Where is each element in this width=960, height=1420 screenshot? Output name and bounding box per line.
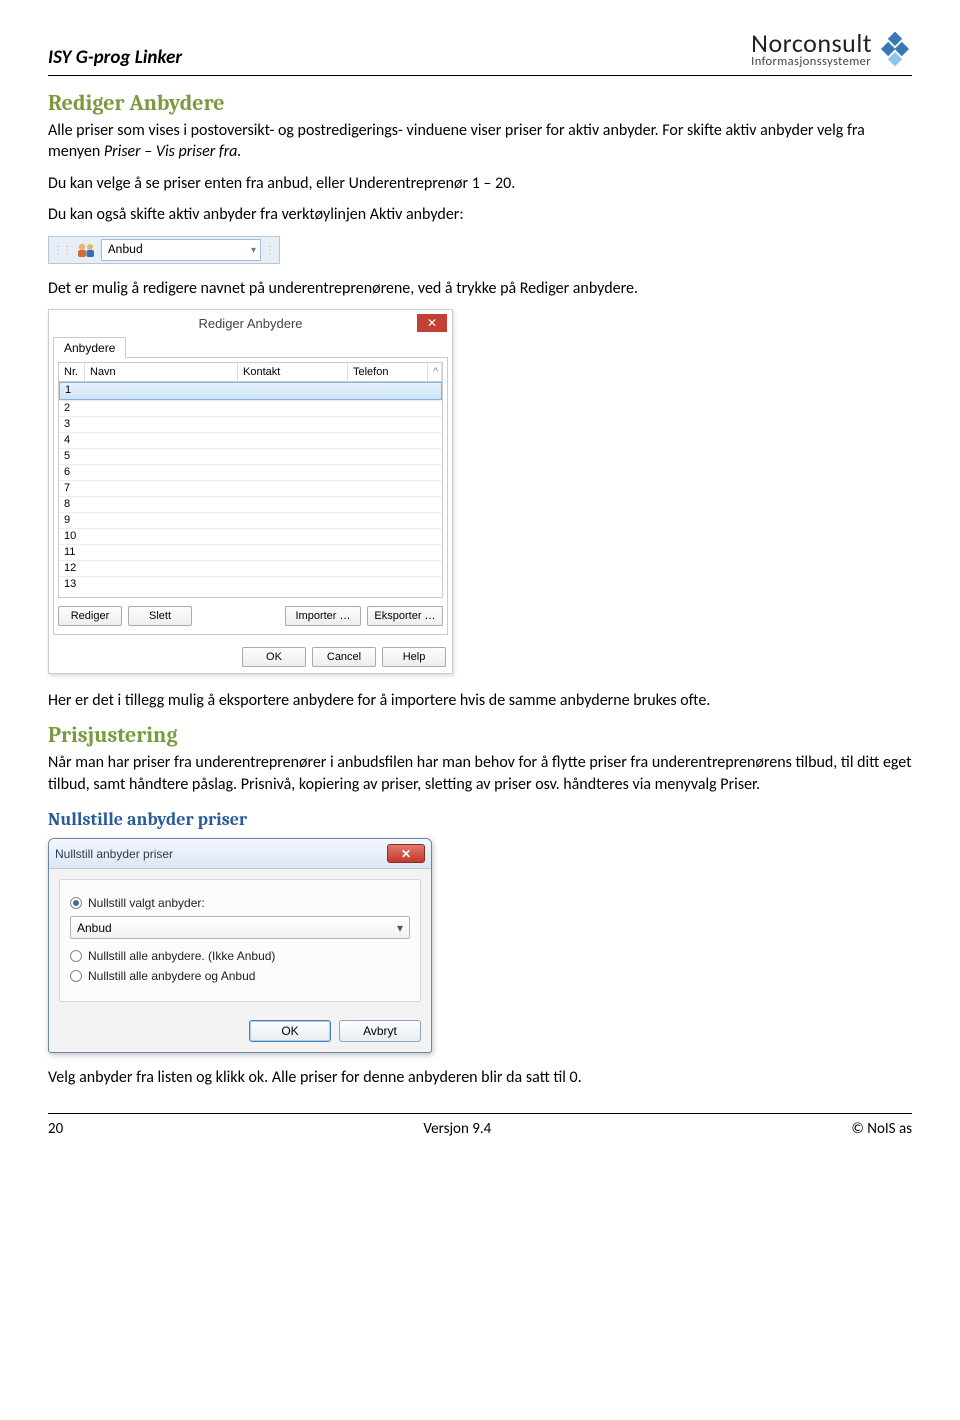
- radio-label: Nullstill valgt anbyder:: [88, 896, 205, 910]
- radio-nullstill-valgt[interactable]: Nullstill valgt anbyder:: [70, 896, 410, 910]
- list-row[interactable]: 9: [59, 512, 442, 528]
- rediger-button[interactable]: Rediger: [58, 606, 122, 626]
- anbyder-list: Nr. Navn Kontakt Telefon ^ 1 2 3 4 5 6 7…: [58, 362, 443, 598]
- grip-icon: ⋮⋮: [53, 246, 71, 254]
- combo-value: Anbud: [77, 921, 112, 935]
- copyright-text: © NoIS as: [851, 1120, 912, 1138]
- logo-brand: Norconsult: [751, 30, 872, 56]
- page-number: 20: [48, 1120, 63, 1138]
- col-navn[interactable]: Navn: [85, 363, 238, 381]
- eksporter-button[interactable]: Eksporter …: [367, 606, 443, 626]
- avbryt-button[interactable]: Avbryt: [339, 1020, 421, 1042]
- chevron-down-icon: ▾: [251, 243, 256, 256]
- tab-anbydere[interactable]: Anbydere: [53, 337, 126, 358]
- para-3: Du kan også skifte aktiv anbyder fra ver…: [48, 204, 912, 226]
- rediger-anbydere-dialog: Rediger Anbydere ✕ Anbydere Nr. Navn Kon…: [48, 309, 453, 674]
- help-button[interactable]: Help: [382, 647, 446, 667]
- logo-sub: Informasjonssystemer: [751, 56, 872, 69]
- importer-button[interactable]: Importer …: [285, 606, 361, 626]
- anbyder-dropdown[interactable]: Anbud ▾: [101, 239, 261, 261]
- radio-nullstill-alle-og-anbud[interactable]: Nullstill alle anbydere og Anbud: [70, 969, 410, 983]
- list-body[interactable]: 1 2 3 4 5 6 7 8 9 10 11 12 13: [59, 382, 442, 597]
- chevron-down-icon: ▾: [397, 921, 403, 935]
- para-2: Du kan velge å se priser enten fra anbud…: [48, 173, 912, 195]
- cancel-button[interactable]: Cancel: [312, 647, 376, 667]
- list-row[interactable]: 2: [59, 400, 442, 416]
- list-row[interactable]: 10: [59, 528, 442, 544]
- people-icon: [75, 241, 97, 259]
- close-icon: ✕: [427, 316, 437, 330]
- para-5: Her er det i tillegg mulig å eksportere …: [48, 690, 912, 712]
- para-closing: Velg anbyder fra listen og klikk ok. All…: [48, 1067, 912, 1089]
- list-row[interactable]: 7: [59, 480, 442, 496]
- logo: Norconsult Informasjonssystemer: [751, 30, 912, 69]
- page-footer: 20 Versjon 9.4 © NoIS as: [48, 1113, 912, 1138]
- anbyder-combo[interactable]: Anbud ▾: [70, 916, 410, 939]
- tab-pane: Nr. Navn Kontakt Telefon ^ 1 2 3 4 5 6 7…: [53, 357, 448, 635]
- list-row[interactable]: 5: [59, 448, 442, 464]
- diamond-icon: [878, 32, 912, 66]
- para-prisjustering: Når man har priser fra underentreprenøre…: [48, 752, 912, 795]
- list-row-selected[interactable]: 1: [59, 382, 442, 400]
- list-header: Nr. Navn Kontakt Telefon ^: [59, 363, 442, 382]
- scroll-up-icon[interactable]: ^: [428, 363, 442, 381]
- toolbar-aktiv-anbyder: ⋮⋮ Anbud ▾ ⋮: [48, 236, 280, 264]
- doc-title: ISY G-prog Linker: [48, 46, 182, 69]
- para-4: Det er mulig å redigere navnet på undere…: [48, 278, 912, 300]
- slett-button[interactable]: Slett: [128, 606, 192, 626]
- para-1: Alle priser som vises i postoversikt- og…: [48, 120, 912, 163]
- options-panel: Nullstill valgt anbyder: Anbud ▾ Nullsti…: [59, 879, 421, 1002]
- list-row[interactable]: 6: [59, 464, 442, 480]
- radio-label: Nullstill alle anbydere og Anbud: [88, 969, 255, 983]
- nullstill-dialog: Nullstill anbyder priser ✕ Nullstill val…: [48, 838, 432, 1053]
- ok-button[interactable]: OK: [249, 1020, 331, 1042]
- toolbar-edge-icon: ⋮: [265, 243, 275, 256]
- list-row[interactable]: 3: [59, 416, 442, 432]
- heading-prisjustering: Prisjustering: [48, 722, 912, 748]
- radio-label: Nullstill alle anbydere. (Ikke Anbud): [88, 949, 275, 963]
- radio-unselected-icon: [70, 950, 82, 962]
- radio-selected-icon: [70, 897, 82, 909]
- close-button[interactable]: ✕: [417, 314, 447, 332]
- heading-nullstille: Nullstille anbyder priser: [48, 809, 912, 830]
- dialog-titlebar: Rediger Anbydere ✕: [49, 310, 452, 336]
- dialog-title: Rediger Anbydere: [198, 316, 302, 331]
- list-row[interactable]: 11: [59, 544, 442, 560]
- list-row[interactable]: 8: [59, 496, 442, 512]
- col-nr[interactable]: Nr.: [59, 363, 85, 381]
- list-row[interactable]: 4: [59, 432, 442, 448]
- heading-rediger-anbydere: Rediger Anbydere: [48, 90, 912, 116]
- ok-button[interactable]: OK: [242, 647, 306, 667]
- radio-unselected-icon: [70, 970, 82, 982]
- list-row[interactable]: 13: [59, 576, 442, 592]
- list-row[interactable]: 12: [59, 560, 442, 576]
- page-header: ISY G-prog Linker Norconsult Informasjon…: [48, 30, 912, 76]
- col-telefon[interactable]: Telefon: [348, 363, 428, 381]
- version-text: Versjon 9.4: [423, 1120, 491, 1138]
- radio-nullstill-alle-ikke-anbud[interactable]: Nullstill alle anbydere. (Ikke Anbud): [70, 949, 410, 963]
- anbyder-dropdown-value: Anbud: [108, 242, 143, 257]
- close-button[interactable]: ✕: [387, 844, 425, 863]
- col-kontakt[interactable]: Kontakt: [238, 363, 348, 381]
- dialog2-title: Nullstill anbyder priser: [55, 847, 173, 861]
- close-icon: ✕: [401, 847, 411, 861]
- dialog2-titlebar: Nullstill anbyder priser ✕: [49, 839, 431, 869]
